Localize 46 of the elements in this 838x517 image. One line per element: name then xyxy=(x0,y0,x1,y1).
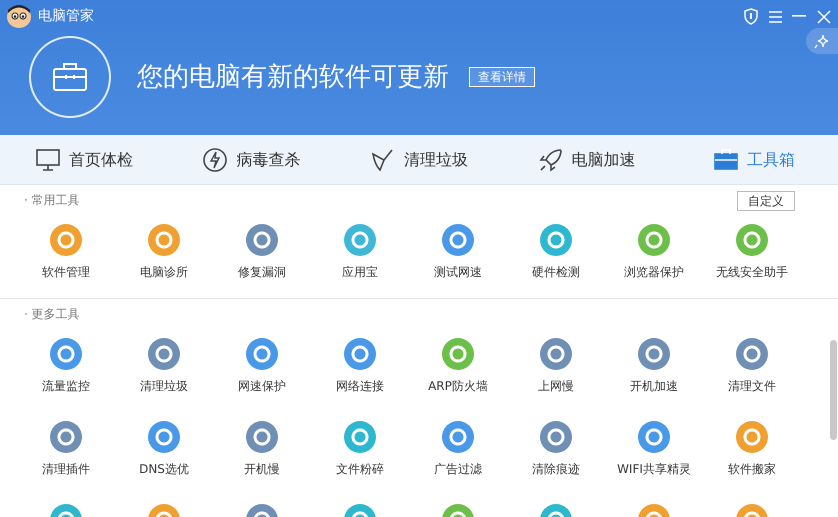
tool-item[interactable]: 清理垃圾 xyxy=(115,329,213,412)
scrollbar-thumb[interactable] xyxy=(830,340,837,440)
tool-item[interactable]: 广告过滤 xyxy=(409,412,507,495)
window-title: 电脑管家 xyxy=(38,6,94,26)
minimize-icon xyxy=(792,15,806,17)
sparkle-icon xyxy=(814,33,830,49)
cartoon-face-logo xyxy=(6,4,32,28)
sparkle-button[interactable] xyxy=(806,28,838,54)
tool-item[interactable]: 硬件检测 xyxy=(507,215,605,298)
tool-item[interactable]: 文件粉碎 xyxy=(311,412,409,495)
nav-tab[interactable]: 清理垃圾 xyxy=(335,135,503,184)
tool-item[interactable]: 网速保护 xyxy=(213,329,311,412)
tool-item[interactable]: 流量监控 xyxy=(17,329,115,412)
tool-item[interactable]: 测试网速 xyxy=(409,215,507,298)
monitor-icon xyxy=(34,146,61,172)
update-headline: 您的电脑有新的软件可更新 xyxy=(137,60,449,94)
tool-item[interactable]: 修复漏洞 xyxy=(213,215,311,298)
section-title: · 更多工具 xyxy=(24,306,80,323)
tool-item[interactable]: ARP防火墙 xyxy=(409,329,507,412)
nav-tab[interactable]: 病毒查杀 xyxy=(168,135,336,184)
tool-item[interactable]: 上网慢 xyxy=(507,329,605,412)
tool-item[interactable]: 软件搬家 xyxy=(703,412,801,495)
tool-item[interactable]: 开机加速 xyxy=(605,329,703,412)
nav-tab[interactable]: 首页体检 xyxy=(0,135,168,184)
tool-item[interactable]: 无线安全助手 xyxy=(703,215,801,298)
customize-button[interactable]: 自定义 xyxy=(737,191,795,211)
lightning-icon xyxy=(202,146,228,172)
toolbox-icon xyxy=(713,146,740,172)
tool-item[interactable]: WIFI共享精灵 xyxy=(605,412,703,495)
tool-item[interactable]: 电脑诊所 xyxy=(115,215,213,298)
close-icon xyxy=(814,8,832,24)
tool-item[interactable]: 浏览器保护 xyxy=(605,215,703,298)
rocket-icon xyxy=(538,146,564,172)
shield-button[interactable] xyxy=(742,7,760,25)
tool-item[interactable]: 清理文件 xyxy=(703,329,801,412)
tool-item[interactable]: 软件管理 xyxy=(17,215,115,298)
tool-item[interactable]: 开机慢 xyxy=(213,412,311,495)
tool-item[interactable]: 清除痕迹 xyxy=(507,412,605,495)
tool-item[interactable]: DNS选优 xyxy=(115,412,213,495)
nav-tab[interactable]: 电脑加速 xyxy=(502,135,670,184)
nav-tab[interactable]: 工具箱 xyxy=(670,135,838,184)
section-title: · 常用工具 xyxy=(24,192,80,209)
shield-icon xyxy=(742,8,760,24)
tool-item[interactable]: 清理插件 xyxy=(17,412,115,495)
tool-item[interactable]: 网络连接 xyxy=(311,329,409,412)
tool-item[interactable]: 应用宝 xyxy=(311,215,409,298)
